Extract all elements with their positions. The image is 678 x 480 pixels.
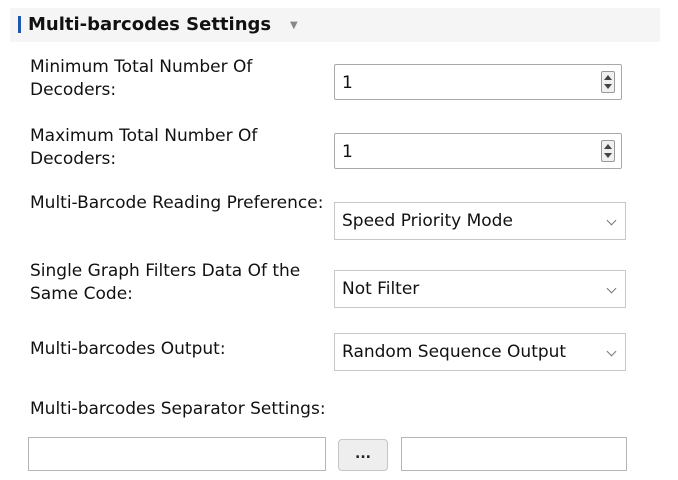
separator-right-input[interactable] (401, 437, 627, 471)
spinner-arrows-icon[interactable] (601, 140, 615, 162)
spinner-down-arrow-icon[interactable] (604, 84, 612, 89)
max-decoders-spinbox[interactable]: 1 (334, 133, 622, 169)
output-select[interactable]: Random Sequence Output (334, 333, 626, 371)
min-decoders-label: Minimum Total Number Of Decoders: (30, 57, 253, 100)
separator-browse-button[interactable]: ... (338, 439, 388, 471)
chevron-down-icon[interactable] (606, 346, 617, 357)
separator-settings-label: Multi-barcodes Separator Settings: (30, 399, 326, 419)
section-header[interactable]: Multi-barcodes Settings ▼ (10, 8, 660, 42)
multi-barcodes-settings-panel: Multi-barcodes Settings ▼ Minimum Total … (0, 0, 678, 480)
chevron-down-icon[interactable] (606, 215, 617, 226)
filter-same-code-select[interactable]: Not Filter (334, 270, 626, 308)
spinner-up-arrow-icon[interactable] (604, 144, 612, 149)
min-decoders-value[interactable]: 1 (342, 73, 353, 93)
reading-preference-select[interactable]: Speed Priority Mode (334, 202, 626, 240)
spinner-arrows-icon[interactable] (601, 71, 615, 93)
reading-preference-label: Multi-Barcode Reading Preference: (30, 193, 324, 213)
reading-preference-value: Speed Priority Mode (342, 211, 513, 231)
output-value: Random Sequence Output (342, 342, 567, 362)
max-decoders-value[interactable]: 1 (342, 142, 353, 162)
output-label: Multi-barcodes Output: (30, 339, 226, 359)
min-decoders-spinbox[interactable]: 1 (334, 64, 622, 100)
chevron-down-icon[interactable] (606, 283, 617, 294)
filter-same-code-label: Single Graph Filters Data Of the Same Co… (30, 261, 301, 304)
section-title: Multi-barcodes Settings (28, 14, 272, 35)
caret-down-icon[interactable]: ▼ (290, 20, 298, 31)
max-decoders-label: Maximum Total Number Of Decoders: (30, 126, 258, 169)
section-accent-bar (18, 16, 21, 33)
separator-left-input[interactable] (28, 437, 326, 471)
spinner-up-arrow-icon[interactable] (604, 75, 612, 80)
spinner-down-arrow-icon[interactable] (604, 153, 612, 158)
filter-same-code-value: Not Filter (342, 279, 420, 299)
